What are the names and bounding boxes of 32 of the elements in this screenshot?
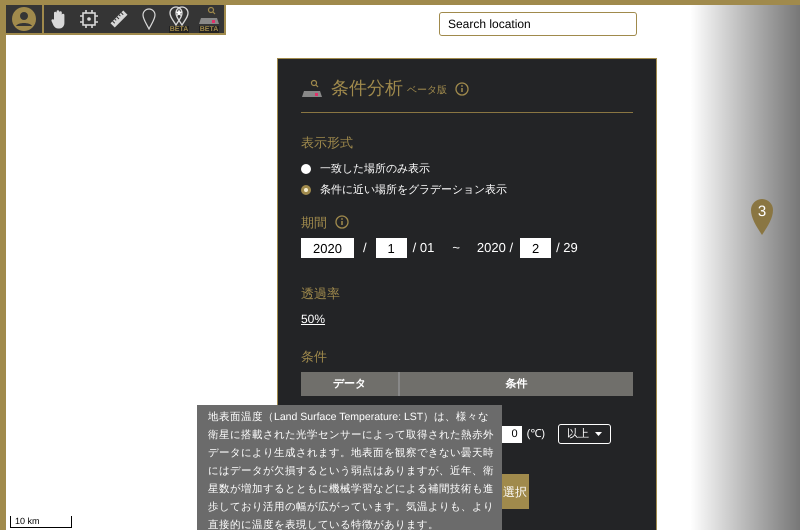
pin-icon [142, 8, 156, 30]
day-text: / 01 [412, 239, 434, 258]
column-header: 条件 [504, 376, 528, 392]
date-separator: / [363, 239, 367, 258]
opacity-link[interactable]: 50% [301, 312, 326, 326]
info-icon[interactable] [335, 215, 349, 230]
beta-label: ベータ版 [407, 84, 447, 98]
month-field[interactable]: 2 [520, 238, 552, 258]
day-text: / 29 [556, 239, 578, 258]
section-label: 条件 [301, 348, 328, 366]
panel-title: 条件分析 [331, 77, 403, 100]
scale-bar: 10 km [10, 516, 72, 528]
month-field[interactable]: 1 [376, 238, 407, 258]
unit-text: (℃) [526, 426, 545, 442]
column-header: データ [301, 372, 400, 396]
radio-option[interactable]: 条件に近い場所をグラデーション表示 [301, 182, 633, 198]
range-tilde: ~ [452, 239, 460, 258]
section-label: 表示形式 [301, 134, 354, 152]
double-pin-icon [168, 6, 190, 26]
map-search-icon [301, 78, 323, 98]
info-icon[interactable] [455, 82, 469, 96]
caret-icon [595, 432, 602, 436]
operator-dropdown[interactable]: 以上 [558, 424, 611, 444]
tooltip: 地表面温度（Land Surface Temperature: LST）は、様々な衛星に搭載された光学センサーによって取得された熱赤外データにより生成されます。地表面を観察できない曇天時にはデータが欠損するという弱点はありますが、近年、衛星数が増加するとともに機械学習などによる補間技術も進歩しており活用の幅が広がっています。気温よりも、より直接的に温度を表現している特徴があります。 [197, 405, 502, 530]
section-label: 透過率 [301, 285, 341, 303]
year-text: 2020 / [476, 239, 514, 258]
section-label: 期間 [301, 214, 327, 232]
search-field[interactable]: Search location [439, 12, 637, 36]
crop-frame-icon [79, 9, 99, 29]
radio-option[interactable]: 一致した場所のみ表示 [301, 160, 633, 177]
map-marker[interactable]: 3 [750, 198, 774, 236]
year-field[interactable]: 2020 [301, 238, 354, 258]
